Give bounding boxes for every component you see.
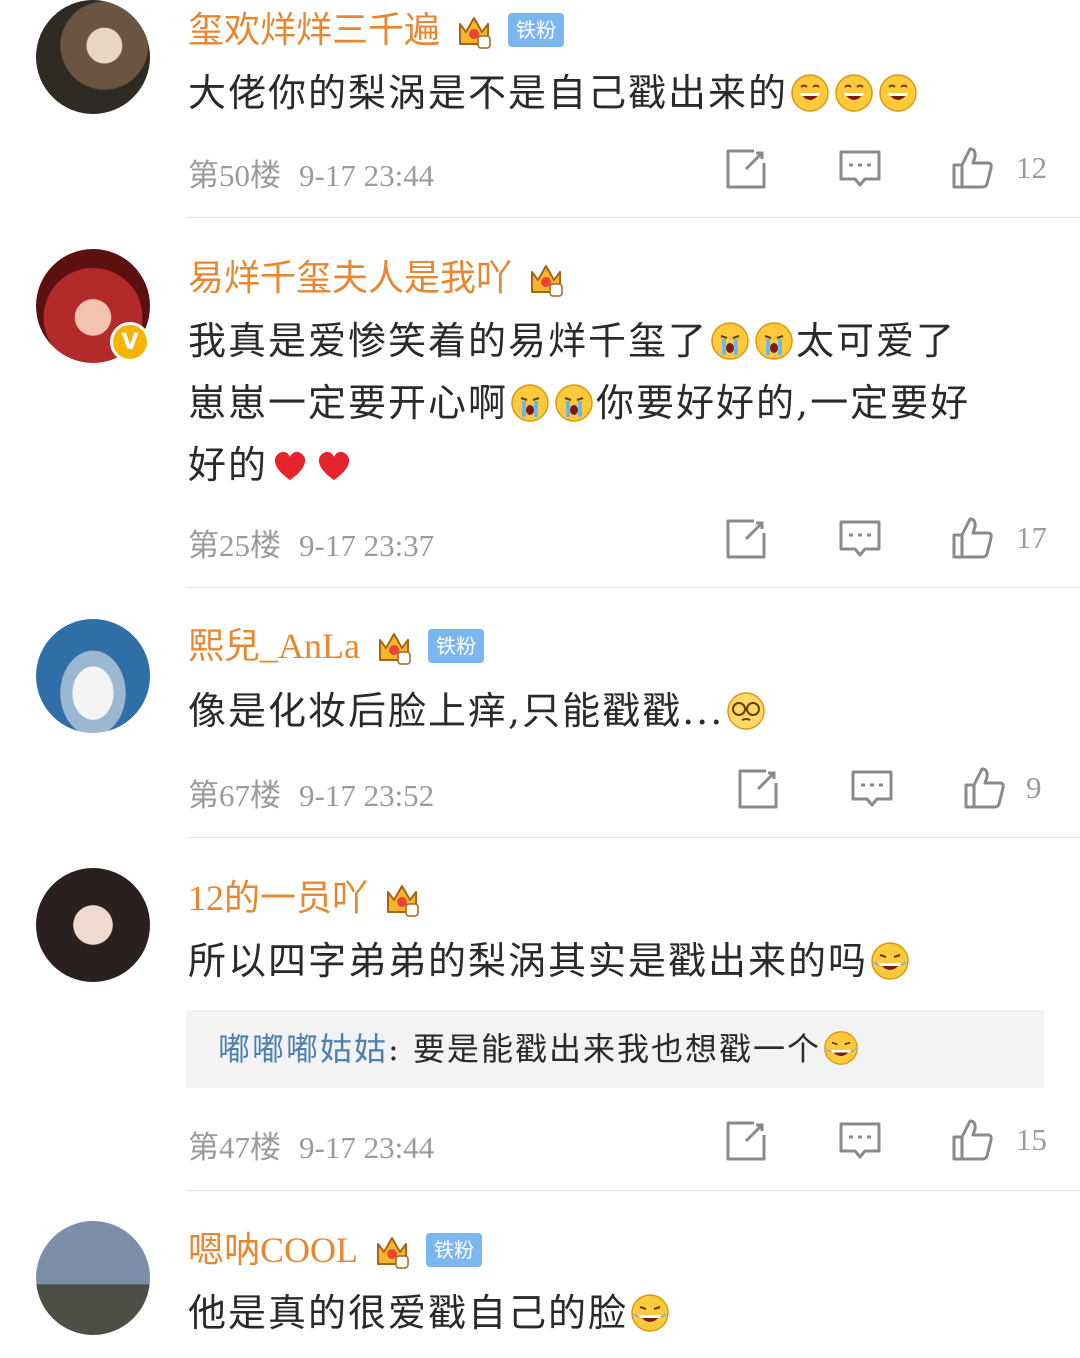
floor-number: 第67楼 [188,778,281,813]
cry-emoji-icon [510,383,550,423]
avatar[interactable] [36,0,150,114]
share-icon[interactable] [724,147,768,191]
avatar[interactable] [36,1221,150,1335]
cry-emoji-icon [554,383,594,423]
timestamp: 9-17 23:44 [299,158,435,193]
username[interactable]: 玺欢烊烊三千遍 铁粉 [188,8,565,54]
laugh-emoji-icon [870,941,910,981]
crown-icon [372,1230,412,1270]
like-icon[interactable] [962,765,1006,809]
comment-text: 他是真的很爱戳自己的脸 [188,1282,1048,1344]
crown-icon [454,10,494,50]
crown-icon [526,258,566,298]
share-icon[interactable] [736,767,780,811]
fan-badge: 铁粉 [426,1232,482,1267]
cry-emoji-icon [754,321,794,361]
like-icon[interactable] [950,515,994,559]
like-count: 12 [1016,150,1047,185]
avatar[interactable] [36,868,150,982]
cry-emoji-icon [710,321,750,361]
comment-meta: 第50楼 9-17 23:44 [188,150,434,195]
comment-icon[interactable] [838,1119,882,1163]
like-icon[interactable] [950,1117,994,1161]
like-icon[interactable] [950,145,994,189]
comment-meta: 第67楼 9-17 23:52 [188,770,434,815]
comment-text: 大佬你的梨涡是不是自己戳出来的 [188,62,1048,124]
comment-text: 所以四字弟弟的梨涡其实是戳出来的吗 [188,930,1048,992]
timestamp: 9-17 23:52 [299,778,435,813]
comment-icon[interactable] [838,147,882,191]
verified-badge-icon: V [110,322,150,362]
timestamp: 9-17 23:37 [299,528,435,563]
fan-badge: 铁粉 [427,628,484,663]
username[interactable]: 易烊千玺夫人是我吖 [188,256,566,302]
grin-emoji-icon [790,73,830,113]
floor-number: 第25楼 [188,528,281,563]
divider [186,217,1080,218]
grin-emoji-icon [834,73,874,113]
crown-icon [374,626,414,666]
reply-preview[interactable]: 嘟嘟嘟姑姑: 要是能戳出来我也想戳一个 [186,1010,1044,1088]
comment-text: 我真是爱惨笑着的易烊千玺了 太可爱了 崽崽一定要开心啊 你要好好的,一定要好 好的 [188,319,971,487]
fan-badge: 铁粉 [508,12,565,47]
reply-username[interactable]: 嘟嘟嘟姑姑 [218,1030,388,1068]
divider [186,587,1080,588]
heart-icon [314,445,354,485]
share-icon[interactable] [724,517,768,561]
comment-icon[interactable] [838,517,882,561]
heart-icon [270,445,310,485]
laugh-emoji-icon [823,1030,859,1066]
floor-number: 第50楼 [188,158,281,193]
avatar[interactable] [36,619,150,733]
comment-meta: 第47楼 9-17 23:44 [188,1122,434,1167]
share-icon[interactable] [724,1119,768,1163]
username[interactable]: 嗯呐COOL 铁粉 [188,1228,482,1274]
floor-number: 第47楼 [188,1130,281,1165]
shy-emoji-icon [726,691,766,731]
crown-icon [382,878,422,918]
like-count: 17 [1016,520,1047,555]
like-count: 9 [1026,770,1042,805]
divider [186,837,1080,838]
divider [186,1190,1080,1191]
username[interactable]: 熙兒_AnLa 铁粉 [188,624,484,670]
comment-text: 像是化妆后脸上痒,只能戳戳... [188,680,1048,742]
comment-meta: 第25楼 9-17 23:37 [188,520,434,565]
comment-icon[interactable] [850,767,894,811]
laugh-emoji-icon [630,1293,670,1333]
username[interactable]: 12的一员吖 [188,876,422,922]
like-count: 15 [1016,1122,1047,1157]
grin-emoji-icon [878,73,918,113]
reply-text: : 要是能戳出来我也想戳一个 [388,1030,821,1068]
timestamp: 9-17 23:44 [299,1130,435,1165]
